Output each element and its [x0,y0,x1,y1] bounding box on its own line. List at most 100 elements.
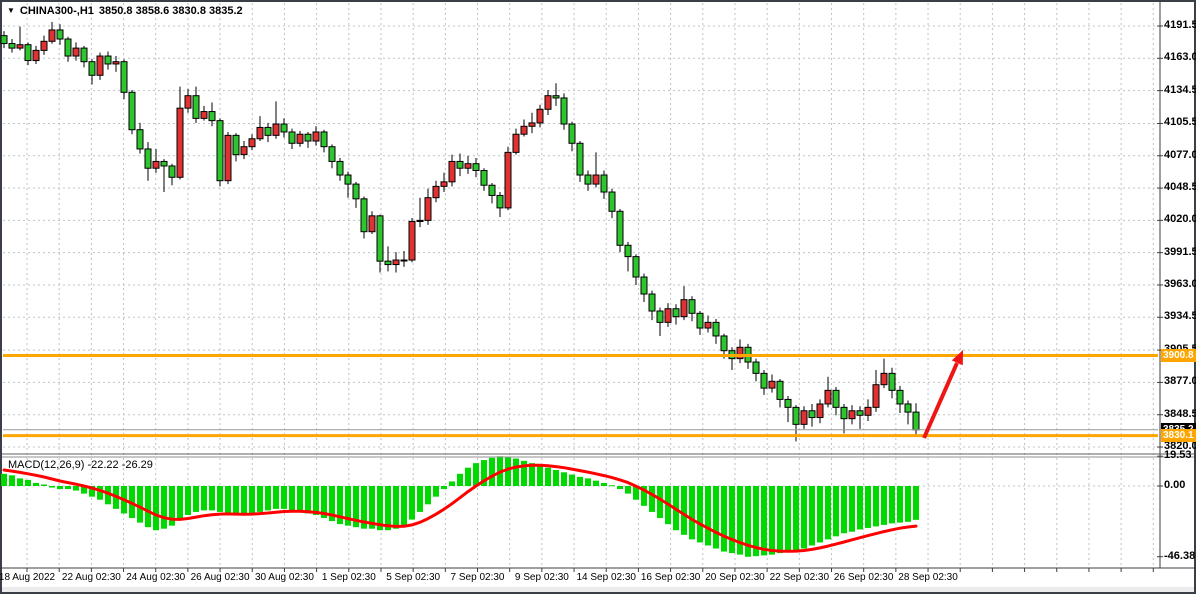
time-axis-label: 30 Aug 02:30 [255,572,314,583]
candle-bearish [1,36,7,44]
collapse-chart-icon[interactable]: ▼ [7,7,15,15]
candle-bearish [353,184,359,199]
candle-bearish [265,127,271,135]
macd-histogram-bar [697,486,703,542]
macd-histogram-bar [705,486,711,545]
candle-bullish [817,404,823,418]
candle-bearish [65,39,71,56]
candle-bearish [625,245,631,256]
macd-histogram-bar [785,486,791,552]
price-axis-label: 4134.5 [1164,84,1196,97]
candle-bullish [465,164,471,169]
candle-bearish [649,294,655,311]
candle-bearish [609,192,615,211]
candle-bullish [433,186,439,197]
trend-arrow-head[interactable] [952,350,963,365]
price-axis-label: 3963.0 [1164,278,1196,291]
candle-bullish [521,126,527,134]
candle-bearish [161,161,167,166]
candle-bullish [113,62,119,64]
candle-bullish [681,300,687,317]
macd-histogram-bar [393,486,399,529]
macd-histogram-bar [1,474,7,486]
macd-histogram-bar [457,474,463,486]
candle-bearish [89,62,95,76]
macd-histogram-bar [449,481,455,486]
macd-histogram-bar [833,486,839,536]
candle-bearish [361,199,367,232]
macd-histogram-bar [857,486,863,529]
candle-bearish [337,161,343,175]
candle-bearish [777,381,783,399]
candle-bearish [281,124,287,132]
time-axis-label: 7 Sep 02:30 [451,572,505,583]
candle-bullish [593,175,599,184]
price-axis-label: 3991.5 [1164,246,1196,259]
macd-histogram-bar [729,486,735,553]
candle-bullish [409,221,415,260]
macd-histogram-bar [65,486,71,489]
time-axis-label: 5 Sep 02:30 [386,572,440,583]
macd-histogram-bar [713,486,719,549]
macd-histogram-bar [873,486,879,526]
macd-histogram-bar [577,477,583,486]
candle-bearish [889,373,895,390]
time-axis-label: 16 Sep 02:30 [641,572,701,583]
chart-canvas[interactable] [0,0,1196,594]
symbol-header: ▼ CHINA300-,H1 3850.8 3858.6 3830.8 3835… [7,5,243,17]
candle-bullish [185,96,191,108]
macd-histogram-bar [593,481,599,486]
macd-histogram-bar [609,485,615,486]
candle-bearish [913,412,919,430]
macd-histogram-bar [721,486,727,552]
macd-histogram-bar [201,486,207,510]
candle-bearish [641,277,647,294]
time-axis-label: 14 Sep 02:30 [576,572,636,583]
candle-bullish [297,134,303,143]
macd-histogram-bar [809,486,815,545]
candle-bearish [121,62,127,93]
macd-histogram-bar [177,486,183,520]
price-axis-label: 4191.5 [1164,19,1196,32]
candle-bearish [761,373,767,388]
macd-histogram-bar [465,468,471,486]
candle-bearish [753,362,759,373]
candle-bearish [377,216,383,261]
candle-bearish [617,211,623,245]
candle-bullish [849,411,855,419]
candle-bearish [713,322,719,336]
candle-bearish [569,124,575,143]
macd-histogram-bar [41,484,47,486]
candle-bearish [577,143,583,175]
candle-bearish [793,407,799,424]
candle-bullish [393,260,399,265]
candle-bullish [505,152,511,208]
candle-bullish [441,182,447,187]
bottom-margin-strip [2,587,1194,592]
candle-bullish [769,381,775,388]
macd-histogram-bar [825,486,831,539]
candle-bullish [257,127,263,138]
candle-bullish [449,161,455,181]
candle-bullish [705,322,711,328]
time-axis-label: 22 Sep 02:30 [770,572,830,583]
candle-bullish [401,260,407,261]
macd-histogram-bar [489,458,495,486]
candle-bearish [809,411,815,418]
candle-bearish [601,175,607,192]
macd-histogram-bar [257,486,263,512]
candle-bearish [489,185,495,195]
candle-bearish [633,257,639,277]
macd-histogram-bar [433,486,439,497]
candle-bullish [865,407,871,415]
trend-arrow-shaft[interactable] [924,363,957,438]
macd-histogram-bar [385,486,391,530]
macd-histogram-bar [281,486,287,509]
macd-histogram-bar [505,457,511,486]
candle-bearish [305,134,311,141]
macd-histogram-bar [849,486,855,532]
macd-histogram-bar [17,478,23,486]
macd-histogram-bar [417,486,423,512]
chart-window: ▼ CHINA300-,H1 3850.8 3858.6 3830.8 3835… [0,0,1196,594]
macd-histogram-bar [793,486,799,550]
